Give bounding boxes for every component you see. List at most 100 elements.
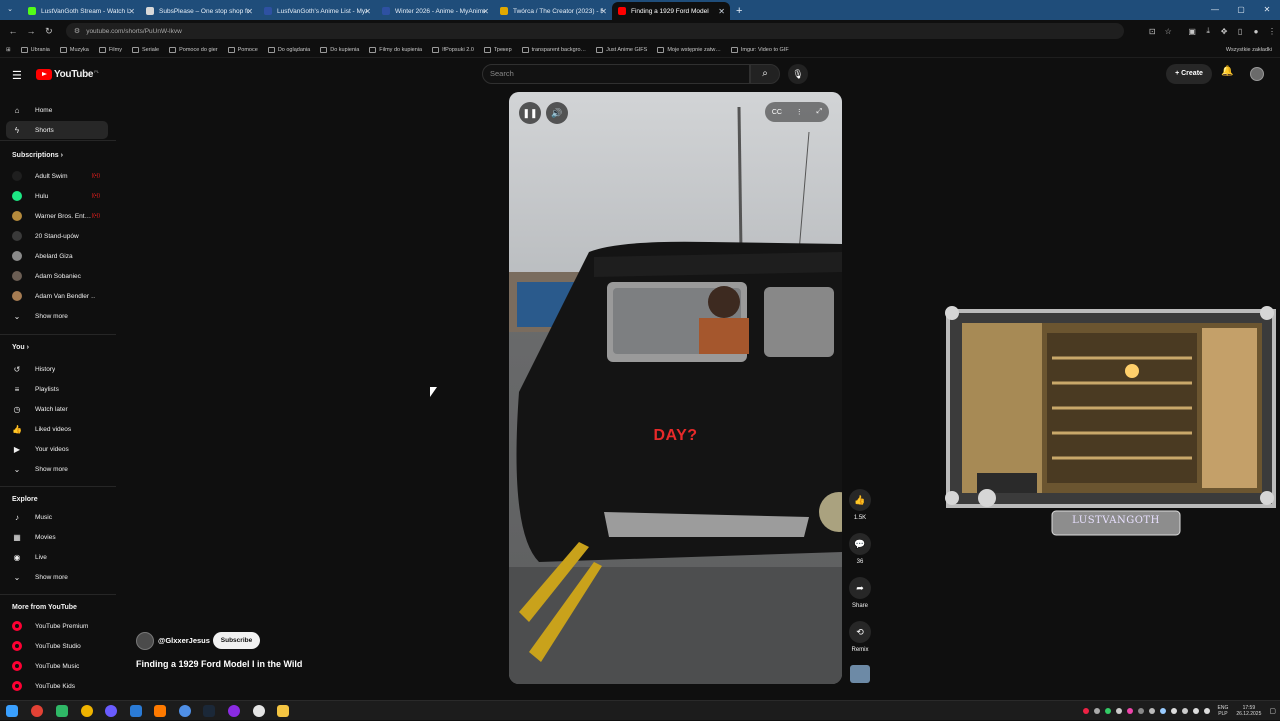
browser-tab[interactable]: Winter 2026 - Anime - MyAnimeList✕ (376, 2, 494, 20)
tray-icon-mic[interactable] (1181, 708, 1188, 714)
profile-icon[interactable]: ● (1248, 27, 1264, 36)
show-more-you[interactable]: ⌄ Show more (6, 460, 108, 478)
bookmark-item[interactable]: Seriale (131, 46, 159, 53)
browser-tab[interactable]: Twórca / The Creator (2023) - Film…✕ (494, 2, 612, 20)
language-indicator[interactable]: ENG PLP (1218, 705, 1229, 717)
share-button[interactable]: ➦ (849, 577, 871, 599)
tab-search-icon[interactable]: ⌄ (4, 4, 16, 16)
sidebar-item-music[interactable]: ♪ Music (6, 508, 108, 526)
notification-center-icon[interactable]: ▢ (1269, 707, 1276, 715)
app-icon-purple[interactable] (105, 705, 117, 717)
sound-thumbnail[interactable] (850, 665, 870, 683)
sidebar-item-movies[interactable]: ▦ Movies (6, 528, 108, 546)
bookmark-item[interactable]: Moje wstępnie zatw… (657, 46, 721, 53)
fullscreen-icon[interactable]: ⤢ (817, 108, 823, 116)
extension-icon[interactable]: ▣ (1184, 27, 1200, 36)
maximize-icon[interactable]: ▢ (1228, 0, 1254, 20)
subscriptions-heading[interactable]: Subscriptions › (12, 152, 63, 159)
captions-icon[interactable]: CC (772, 109, 782, 116)
tab-close-icon[interactable]: ✕ (482, 7, 489, 16)
channel-avatar[interactable] (136, 632, 154, 650)
close-window-icon[interactable]: ✕ (1254, 0, 1280, 20)
bookmark-item[interactable]: Filmy do kupienia (369, 46, 422, 53)
youtube-logo[interactable]: YouTube PL (36, 69, 99, 80)
bookmark-item[interactable]: Do kupienia (320, 46, 359, 53)
sidebar-item-youtube-product[interactable]: YouTube Kids (6, 677, 108, 695)
show-more-explore[interactable]: ⌄ Show more (6, 568, 108, 586)
app-icon-violet[interactable] (228, 705, 240, 717)
sidebar-subscription[interactable]: Adult Swim ((•)) (6, 167, 108, 185)
bookmark-star-icon[interactable]: ☆ (1160, 27, 1176, 36)
channel-name[interactable]: @GlxxerJesus (158, 636, 210, 645)
start-icon[interactable] (6, 705, 18, 717)
tab-close-icon[interactable]: ✕ (600, 7, 607, 16)
like-button[interactable]: 👍 (849, 489, 871, 511)
tab-close-icon[interactable]: ✕ (364, 7, 371, 16)
notifications-bell-icon[interactable]: 🔔 (1221, 66, 1233, 77)
bookmark-item[interactable]: Imgur: Video to GIF (730, 46, 789, 53)
sidebar-item-youtube-product[interactable]: YouTube Premium (6, 617, 108, 635)
tab-close-icon[interactable]: ✕ (718, 7, 725, 16)
browser-tab[interactable]: LustVanGoth's Anime List - MyAnim…✕ (258, 2, 376, 20)
address-input[interactable]: ⚙ youtube.com/shorts/PuUnW-lkvw (65, 23, 1125, 39)
tray-icon-pink[interactable] (1126, 708, 1133, 714)
bookmark-item[interactable]: transparent backgro… (521, 46, 586, 53)
minimize-icon[interactable]: — (1202, 0, 1228, 20)
bookmark-item[interactable]: Muzyka (59, 46, 89, 53)
download-icon[interactable]: ⤓ (1200, 26, 1216, 36)
bookmark-item[interactable]: Do oglądania (267, 46, 310, 53)
browser-menu-icon[interactable]: ⋮ (1264, 27, 1280, 36)
all-bookmarks-button[interactable]: Wszystkie zakładki (1226, 47, 1272, 53)
remix-button[interactable]: ⟲ (849, 621, 871, 643)
sidebar-item-youtube-product[interactable]: YouTube Studio (6, 637, 108, 655)
tray-icon-light[interactable] (1115, 708, 1122, 714)
side-panel-icon[interactable]: ▯ (1232, 27, 1248, 36)
sidebar-item-like[interactable]: 👍 Liked videos (6, 420, 108, 438)
comments-button[interactable]: 💬 (849, 533, 871, 555)
bookmark-item[interactable]: Pomoce (227, 46, 258, 53)
tray-icon-speaker[interactable] (1203, 708, 1210, 714)
search-icon[interactable]: ⌕ (750, 64, 780, 84)
voice-search-icon[interactable]: 🎙 (788, 64, 808, 84)
install-icon[interactable]: ⊡ (1144, 27, 1160, 36)
bookmark-item[interactable]: IfPopsuki 2.0 (432, 46, 474, 53)
browser-tab[interactable]: LustVanGoth Stream - Watch Live ✕ (22, 2, 140, 20)
more-options-icon[interactable]: ⋮ (796, 108, 803, 116)
tray-icon-green[interactable] (1104, 708, 1111, 714)
tray-icon-audio[interactable] (1148, 708, 1155, 714)
pause-icon[interactable]: ❚❚ (519, 102, 541, 124)
browser-tab[interactable]: Finding a 1929 Ford Model ✕ (612, 2, 730, 20)
sidebar-item-history[interactable]: ↺ History (6, 360, 108, 378)
bookmark-item[interactable]: Pomoce do gier (169, 46, 218, 53)
new-tab-button[interactable]: + (736, 2, 742, 20)
site-info-icon[interactable]: ⚙ (74, 27, 80, 35)
show-more-subscriptions[interactable]: ⌄ Show more (6, 307, 108, 325)
tray-icon-network[interactable] (1137, 708, 1144, 714)
tray-icon-bluetooth[interactable] (1159, 708, 1166, 714)
tab-close-icon[interactable]: ✕ (246, 7, 253, 16)
sidebar-item-playlists[interactable]: ≡ Playlists (6, 380, 108, 398)
back-icon[interactable]: ← (4, 26, 22, 36)
you-heading[interactable]: You › (12, 344, 29, 351)
bookmark-item[interactable]: Filmy (98, 46, 122, 53)
forward-icon[interactable]: → (22, 26, 40, 36)
sidebar-subscription[interactable]: Adam Van Bendler … (6, 287, 108, 305)
sidebar-item-home[interactable]: ⌂ Home (6, 101, 108, 119)
tray-icon-wifi[interactable] (1192, 708, 1199, 714)
bookmark-item[interactable]: Трекер (483, 46, 512, 53)
tray-icon-red[interactable] (1082, 708, 1089, 714)
sidebar-item-shorts[interactable]: ϟ Shorts (6, 121, 108, 139)
search-input[interactable]: Search (482, 64, 750, 84)
tab-close-icon[interactable]: ✕ (128, 7, 135, 16)
file-explorer-icon[interactable] (277, 705, 289, 717)
bookmark-item[interactable]: Ubrania (20, 46, 50, 53)
bookmark-item[interactable]: Just Anime GIFS (596, 46, 647, 53)
clock[interactable]: 17:59 26.12.2025 (1236, 705, 1261, 717)
app-icon-yellow[interactable] (81, 705, 93, 717)
subscribe-button[interactable]: Subscribe (213, 632, 260, 649)
short-video-player[interactable]: ❚❚ 🔊 CC ⋮ ⤢ DAY? (509, 92, 842, 684)
app-icon-blue[interactable] (130, 705, 142, 717)
app-icon-green[interactable] (56, 705, 68, 717)
sidebar-subscription[interactable]: Abelard Giza (6, 247, 108, 265)
sidebar-subscription[interactable]: Adam Sobaniec (6, 267, 108, 285)
